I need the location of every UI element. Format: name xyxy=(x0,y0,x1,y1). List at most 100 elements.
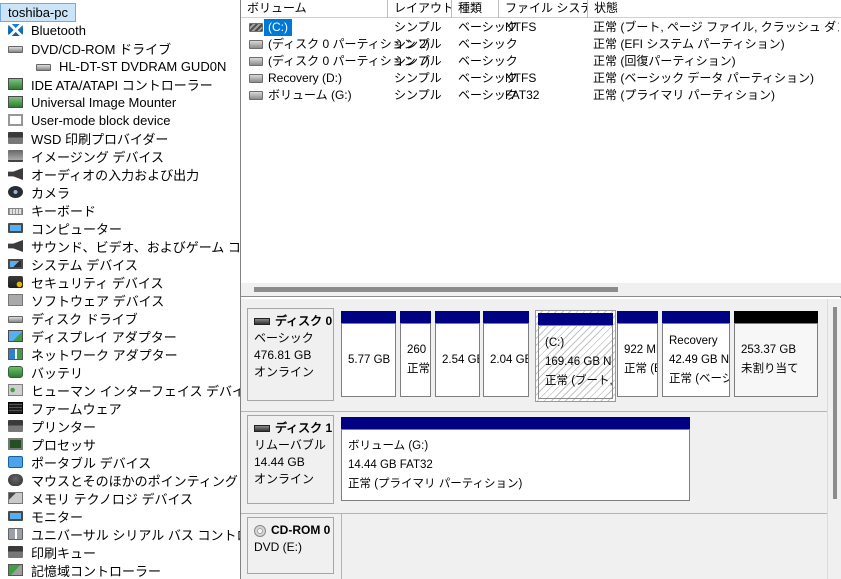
partition-body: 2.04 GB xyxy=(483,323,529,397)
tree-item-label: ヒューマン インターフェイス デバイス xyxy=(31,381,240,400)
tree-item[interactable]: コンピューター xyxy=(0,219,122,237)
disk-info-box[interactable]: ディスク 0ベーシック476.81 GBオンライン xyxy=(247,308,334,401)
column-header-volume[interactable]: ボリューム xyxy=(241,0,388,18)
disk-kind: リムーバブル xyxy=(254,437,333,454)
partition-cell[interactable]: 260 MB正常 xyxy=(400,311,431,397)
volume-row[interactable]: Recovery (D:)シンプルベーシックNTFS正常 (ベーシック データ … xyxy=(241,70,841,87)
vertical-scrollbar-thumb[interactable] xyxy=(833,307,837,499)
tree-item[interactable]: User-mode block device xyxy=(0,111,170,129)
tree-item[interactable]: セキュリティ デバイス xyxy=(0,273,163,291)
partition-cell[interactable]: 2.54 GB xyxy=(435,311,480,397)
tree-item[interactable]: ファームウェア xyxy=(0,399,122,417)
tree-item[interactable]: ヒューマン インターフェイス デバイス xyxy=(0,381,240,399)
tree-item[interactable]: ディスク ドライブ xyxy=(0,309,138,327)
tree-root-label: toshiba-pc xyxy=(8,5,68,20)
tree-item[interactable]: プロセッサ xyxy=(0,435,96,453)
keyboard-icon xyxy=(8,208,23,215)
volume-row[interactable]: (C:)シンプルベーシックNTFS正常 (ブート, ページ ファイル, クラッシ… xyxy=(241,19,841,36)
partition-cell[interactable]: 253.37 GB未割り当て xyxy=(734,311,818,397)
tree-item[interactable]: サウンド、ビデオ、およびゲーム コントローラー xyxy=(0,237,240,255)
tree-item[interactable]: マウスとそのほかのポインティング デバイス xyxy=(0,471,240,489)
tree-item[interactable]: WSD 印刷プロバイダー xyxy=(0,129,168,147)
column-header-filesystem[interactable]: ファイル システム xyxy=(499,0,588,18)
disk-state: オンライン xyxy=(254,471,333,488)
partition-type-stripe xyxy=(435,311,480,323)
graphical-view-pane: ディスク 0ベーシック476.81 GBオンライン5.77 GB260 MB正常… xyxy=(241,298,841,579)
vertical-scrollbar[interactable] xyxy=(827,299,841,579)
disk-info-box[interactable]: CD-ROM 0DVD (E:) メディアなし xyxy=(247,517,334,574)
row-divider xyxy=(341,514,342,579)
partition-cell[interactable]: 5.77 GB xyxy=(341,311,396,397)
tree-item[interactable]: オーディオの入力および出力 xyxy=(0,165,199,183)
tree-item[interactable]: ネットワーク アダプター xyxy=(0,345,178,363)
disk-name-line: ディスク 1 xyxy=(254,420,333,437)
tree-item[interactable]: ディスプレイ アダプター xyxy=(0,327,177,345)
tree-item[interactable]: Bluetooth xyxy=(0,21,86,39)
partition-type-stripe xyxy=(341,311,396,323)
partition-cell[interactable]: ボリューム (G:)14.44 GB FAT32正常 (プライマリ パーティショ… xyxy=(341,417,690,501)
volume-row[interactable]: (ディスク 0 パーティション 2)シンプルベーシック正常 (EFI システム … xyxy=(241,36,841,53)
partition-cell[interactable]: (C:)169.46 GB NTFS正常 (ブート, ペ xyxy=(536,311,615,401)
volume-name: (C:) xyxy=(264,19,292,36)
tree-item-label: カメラ xyxy=(31,183,70,202)
tree-root-toshiba-pc[interactable]: toshiba-pc xyxy=(0,3,76,22)
display-adapter-icon xyxy=(8,330,23,342)
disk-drive-icon xyxy=(8,316,23,323)
tree-item[interactable]: モニター xyxy=(0,507,83,525)
cd-rom-icon xyxy=(254,525,266,537)
volume-icon xyxy=(249,23,263,32)
disk-row: ディスク 0ベーシック476.81 GBオンライン5.77 GB260 MB正常… xyxy=(241,305,827,408)
disk-name-line: ディスク 0 xyxy=(254,313,333,330)
computer-icon xyxy=(8,223,23,233)
disk-info-box[interactable]: ディスク 1リムーバブル14.44 GBオンライン xyxy=(247,415,334,504)
tree-item[interactable]: 印刷キュー xyxy=(0,543,96,561)
tree-item[interactable]: HL-DT-ST DVDRAM GUD0N xyxy=(0,57,226,75)
horizontal-scrollbar[interactable] xyxy=(241,283,841,296)
disk-size xyxy=(254,556,333,573)
sound-icon xyxy=(8,240,23,252)
partition-text-line: 正常 xyxy=(407,360,429,379)
volume-row[interactable]: ボリューム (G:)シンプルベーシックFAT32正常 (プライマリ パーティショ… xyxy=(241,87,841,104)
tree-item[interactable]: IDE ATA/ATAPI コントローラー xyxy=(0,75,213,93)
tree-item[interactable]: メモリ テクノロジ デバイス xyxy=(0,489,193,507)
tree-item-label: WSD 印刷プロバイダー xyxy=(31,129,168,148)
tree-item-label: キーボード xyxy=(31,201,96,220)
tree-item[interactable]: バッテリ xyxy=(0,363,83,381)
tree-item-label: 印刷キュー xyxy=(31,543,96,562)
partition-cell[interactable]: 922 MB正常 (E xyxy=(617,311,658,397)
volume-list-header: ボリューム レイアウト 種類 ファイル システム 状態 xyxy=(241,0,841,18)
partition-text-line: 正常 (ブート, ペ xyxy=(545,372,611,391)
partition-cell[interactable]: 2.04 GB xyxy=(483,311,529,397)
column-header-layout[interactable]: レイアウト xyxy=(388,0,452,18)
column-header-type[interactable]: 種類 xyxy=(452,0,499,18)
tree-item[interactable]: イメージング デバイス xyxy=(0,147,164,165)
volume-row[interactable]: (ディスク 0 パーティション 7)シンプルベーシック正常 (回復パーティション… xyxy=(241,53,841,70)
partition-cell[interactable]: Recovery42.49 GB NTFS正常 (ベーシッ xyxy=(662,311,730,397)
disk-name: ディスク 0 xyxy=(275,314,332,328)
bluetooth-icon xyxy=(8,24,23,36)
monitor-icon xyxy=(8,511,23,521)
tree-item-label: Universal Image Mounter xyxy=(31,95,176,110)
column-header-status[interactable]: 状態 xyxy=(588,0,841,18)
volume-name: ボリューム (G:) xyxy=(264,87,356,104)
tree-item-label: セキュリティ デバイス xyxy=(31,273,163,292)
tree-item[interactable]: システム デバイス xyxy=(0,255,138,273)
tree-item[interactable]: キーボード xyxy=(0,201,96,219)
horizontal-scrollbar-thumb[interactable] xyxy=(254,287,618,292)
tree-item[interactable]: ポータブル デバイス xyxy=(0,453,151,471)
tree-item-label: IDE ATA/ATAPI コントローラー xyxy=(31,75,213,94)
tree-item[interactable]: カメラ xyxy=(0,183,70,201)
tree-item[interactable]: プリンター xyxy=(0,417,96,435)
tree-item[interactable]: Universal Image Mounter xyxy=(0,93,176,111)
tree-item[interactable]: DVD/CD-ROM ドライブ xyxy=(0,39,171,57)
tree-item[interactable]: 記憶域コントローラー xyxy=(0,561,161,579)
volume-filesystem: FAT32 xyxy=(505,87,585,104)
disk-management-window: ボリューム レイアウト 種類 ファイル システム 状態 (C:)シンプルベーシッ… xyxy=(240,0,841,579)
tree-item[interactable]: ユニバーサル シリアル バス コントローラー xyxy=(0,525,240,543)
tree-item-label: オーディオの入力および出力 xyxy=(31,165,199,184)
tree-item-label: プリンター xyxy=(31,417,96,436)
imaging-device-icon xyxy=(8,150,23,162)
disk-name-line: CD-ROM 0 xyxy=(254,522,333,539)
tree-item[interactable]: ソフトウェア デバイス xyxy=(0,291,164,309)
disc-drive-icon xyxy=(36,64,51,71)
